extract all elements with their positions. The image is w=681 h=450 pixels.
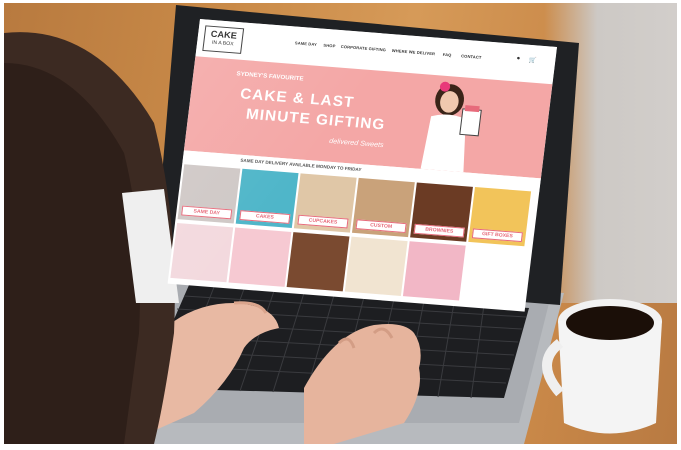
tile-gift-boxes[interactable]: GIFT BOXES: [468, 187, 532, 247]
site-logo[interactable]: CAKE IN A BOX: [202, 25, 245, 54]
nav-shop[interactable]: SHOP: [323, 43, 336, 49]
photo-scene: CAKE IN A BOX SAME DAY SHOP CORPORATE GI…: [4, 3, 677, 444]
tile-product[interactable]: [286, 232, 350, 292]
tile-product[interactable]: [344, 236, 408, 296]
cart-icon[interactable]: 🛒: [528, 57, 536, 64]
tile-cupcakes[interactable]: CUPCAKES: [293, 173, 357, 233]
nav-corporate-gifting[interactable]: CORPORATE GIFTING: [341, 44, 387, 52]
laptop-screen: CAKE IN A BOX SAME DAY SHOP CORPORATE GI…: [167, 19, 557, 312]
nav-contact[interactable]: CONTACT: [461, 53, 482, 59]
user-icon[interactable]: ●: [516, 56, 520, 62]
hero-headline-2: MINUTE GIFTING: [245, 105, 387, 134]
tile-product[interactable]: [461, 245, 524, 306]
nav-where-we-deliver[interactable]: WHERE WE DELIVER: [392, 48, 436, 56]
hero-script-line: delivered Sweets: [328, 138, 384, 150]
tile-product[interactable]: [170, 223, 234, 283]
coffee-mug: [542, 299, 662, 434]
hero-small-line: SYDNEY'S FAVOURITE: [236, 71, 304, 83]
tile-product[interactable]: [402, 241, 466, 301]
tile-custom[interactable]: CUSTOM: [351, 177, 415, 238]
nav-faq[interactable]: FAQ: [443, 52, 452, 58]
tile-product[interactable]: [228, 227, 292, 287]
tile-brownies[interactable]: BROWNIES: [410, 182, 473, 242]
hero-photo-girl: [420, 81, 482, 173]
nav-same-day[interactable]: SAME DAY: [295, 40, 318, 47]
tile-same-day[interactable]: SAME DAY: [177, 164, 241, 224]
tile-cakes[interactable]: CAKES: [235, 168, 299, 229]
